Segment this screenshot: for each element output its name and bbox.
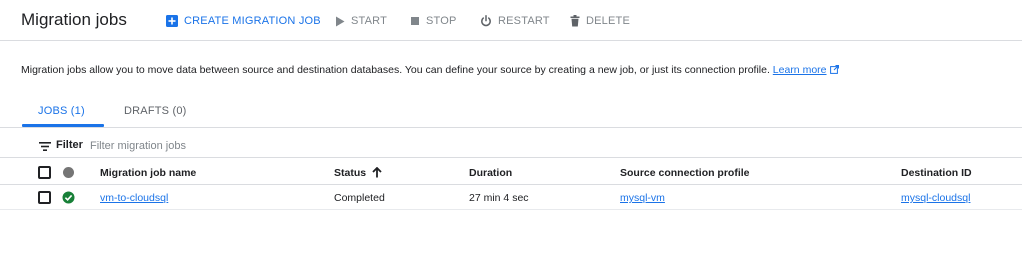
create-migration-job-button[interactable]: CREATE MIGRATION JOB: [166, 13, 321, 29]
table-header: Migration job name Status Duration Sourc…: [0, 160, 1022, 185]
column-header-source[interactable]: Source connection profile: [620, 167, 750, 179]
column-header-status-label: Status: [334, 167, 367, 179]
destination-id-link[interactable]: mysql-cloudsql: [901, 192, 970, 204]
create-migration-job-label: CREATE MIGRATION JOB: [184, 15, 321, 27]
start-label: START: [351, 15, 388, 27]
column-header-status[interactable]: Status: [334, 167, 382, 179]
arrow-up-icon: [372, 167, 382, 178]
learn-more-label: Learn more: [772, 64, 827, 76]
filter-label: Filter: [56, 139, 83, 151]
delete-label: DELETE: [586, 15, 630, 27]
source-profile-link[interactable]: mysql-vm: [620, 192, 665, 204]
page-title: Migration jobs: [21, 10, 127, 29]
stop-label: STOP: [426, 15, 457, 27]
column-header-destination[interactable]: Destination ID: [901, 167, 972, 179]
filter-list-icon: [39, 142, 51, 151]
row-checkbox[interactable]: [38, 191, 51, 204]
active-tab-indicator: [22, 124, 104, 127]
trash-icon: [570, 15, 580, 27]
learn-more-link[interactable]: Learn more: [773, 64, 839, 76]
play-icon: [336, 16, 345, 26]
column-header-name[interactable]: Migration job name: [100, 167, 196, 179]
page-description: Migration jobs allow you to move data be…: [21, 64, 839, 76]
description-text: Migration jobs allow you to move data be…: [21, 64, 770, 76]
status-dot-icon: [63, 167, 74, 178]
tab-drafts[interactable]: DRAFTS (0): [124, 105, 187, 117]
page-header: Migration jobs CREATE MIGRATION JOB STAR…: [0, 0, 1022, 41]
status-cell: Completed: [334, 192, 385, 204]
tab-jobs[interactable]: JOBS (1): [38, 105, 85, 117]
tab-bar: JOBS (1) DRAFTS (0): [0, 100, 1022, 128]
start-button[interactable]: START: [335, 13, 387, 29]
duration-cell: 27 min 4 sec: [469, 192, 529, 204]
restart-button[interactable]: RESTART: [480, 13, 550, 29]
stop-icon: [411, 17, 419, 25]
delete-button[interactable]: DELETE: [570, 13, 630, 29]
migration-job-name-link[interactable]: vm-to-cloudsql: [100, 192, 168, 204]
restart-label: RESTART: [498, 15, 550, 27]
filter-input[interactable]: [90, 138, 390, 154]
external-link-icon: [829, 65, 839, 74]
column-header-duration[interactable]: Duration: [469, 167, 512, 179]
check-circle-icon: [62, 191, 75, 204]
stop-button[interactable]: STOP: [410, 13, 457, 29]
filter-bar: Filter: [0, 134, 1022, 158]
select-all-checkbox[interactable]: [38, 166, 51, 179]
table-row[interactable]: vm-to-cloudsql Completed 27 min 4 sec my…: [0, 186, 1022, 210]
power-icon: [481, 15, 491, 27]
add-box-icon: [166, 15, 178, 27]
